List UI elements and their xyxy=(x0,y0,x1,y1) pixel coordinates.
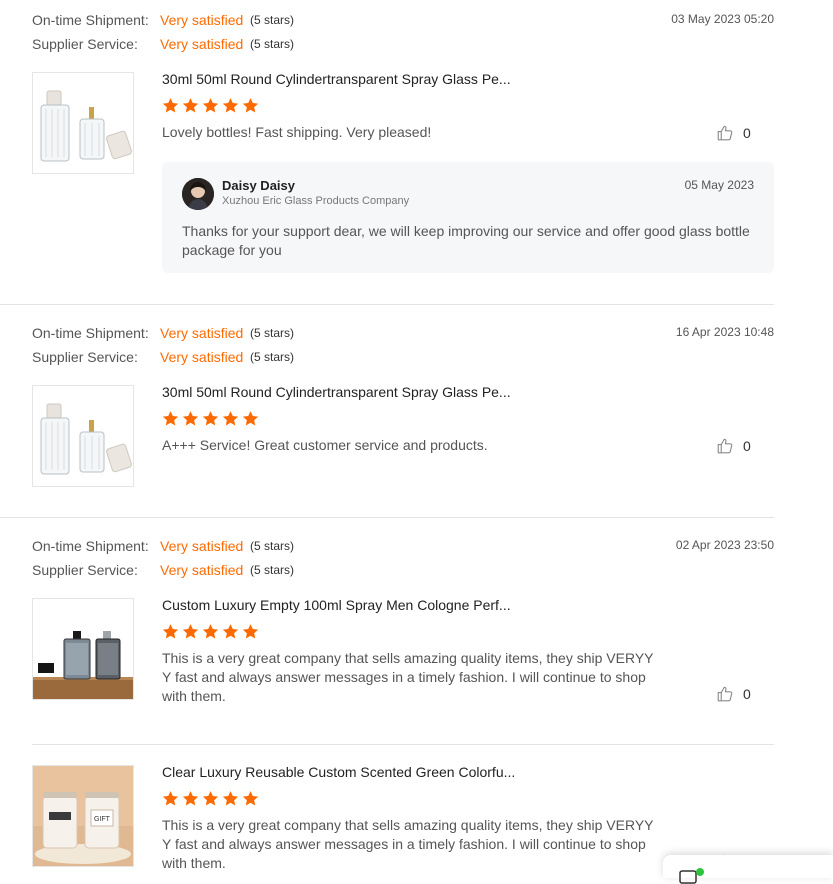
product-title[interactable]: 30ml 50ml Round Cylindertransparent Spra… xyxy=(162,384,511,400)
rating-stars-count: (5 stars) xyxy=(250,326,295,340)
review-text: A+++ Service! Great customer service and… xyxy=(162,437,488,453)
star-rating xyxy=(162,97,259,115)
star-icon xyxy=(182,411,199,426)
rating-value: Very satisfied xyxy=(160,12,244,28)
review-date: 03 May 2023 05:20 xyxy=(671,12,774,26)
product-thumbnail[interactable] xyxy=(32,72,134,174)
divider xyxy=(0,517,774,518)
star-icon xyxy=(242,98,259,113)
rating-row-service: Supplier Service: Very satisfied (5 star… xyxy=(32,347,294,367)
product-thumbnail[interactable] xyxy=(32,385,134,487)
rating-label: Supplier Service: xyxy=(32,349,138,365)
rating-stars-count: (5 stars) xyxy=(250,350,295,364)
avatar xyxy=(182,178,214,210)
gift-label-text: GIFT xyxy=(94,816,111,823)
star-icon xyxy=(242,624,259,639)
like-button[interactable]: 0 xyxy=(716,436,751,456)
star-rating xyxy=(162,623,259,641)
star-icon xyxy=(182,791,199,806)
rating-stars-count: (5 stars) xyxy=(250,539,295,553)
review-text: This is a very great company that sells … xyxy=(162,817,654,871)
product-title[interactable]: Custom Luxury Empty 100ml Spray Men Colo… xyxy=(162,597,511,613)
review-date: 16 Apr 2023 10:48 xyxy=(675,325,774,339)
supplier-reply: Daisy Daisy Xuzhou Eric Glass Products C… xyxy=(162,162,774,273)
rating-value: Very satisfied xyxy=(160,562,244,578)
review-card: On-time Shipment: Very satisfied (5 star… xyxy=(0,526,833,878)
rating-row-shipment: On-time Shipment: Very satisfied (5 star… xyxy=(32,10,294,30)
rating-label: On-time Shipment: xyxy=(32,12,149,28)
star-icon xyxy=(222,411,239,426)
rating-label: On-time Shipment: xyxy=(32,325,149,341)
rating-row-service: Supplier Service: Very satisfied (5 star… xyxy=(32,560,294,580)
thumbs-up-icon[interactable] xyxy=(716,124,734,142)
rating-value: Very satisfied xyxy=(160,538,244,554)
review-card: On-time Shipment: Very satisfied (5 star… xyxy=(0,313,833,517)
like-button[interactable]: 0 xyxy=(716,123,751,143)
review-text: Lovely bottles! Fast shipping. Very plea… xyxy=(162,124,432,140)
reply-author-name[interactable]: Daisy Daisy xyxy=(222,178,295,193)
star-icon xyxy=(202,98,219,113)
reply-company: Xuzhou Eric Glass Products Company xyxy=(222,195,410,207)
star-icon xyxy=(222,624,239,639)
rating-value: Very satisfied xyxy=(160,325,244,341)
star-icon xyxy=(242,791,259,806)
review-text: This is a very great company that sells … xyxy=(162,650,654,704)
like-count: 0 xyxy=(743,686,751,702)
rating-label: Supplier Service: xyxy=(32,562,138,578)
rating-label: On-time Shipment: xyxy=(32,538,149,554)
rating-stars-count: (5 stars) xyxy=(250,563,295,577)
chat-widget[interactable] xyxy=(663,855,833,884)
rating-value: Very satisfied xyxy=(160,349,244,365)
rating-row-shipment: On-time Shipment: Very satisfied (5 star… xyxy=(32,323,294,343)
star-icon xyxy=(222,791,239,806)
rating-stars-count: (5 stars) xyxy=(250,13,295,27)
star-icon xyxy=(202,791,219,806)
rating-label: Supplier Service: xyxy=(32,36,138,52)
star-rating xyxy=(162,410,259,428)
star-rating xyxy=(162,790,259,808)
rating-row-service: Supplier Service: Very satisfied (5 star… xyxy=(32,34,294,54)
online-status-dot xyxy=(696,868,704,876)
star-icon xyxy=(242,411,259,426)
star-icon xyxy=(182,624,199,639)
product-thumbnail[interactable] xyxy=(32,598,134,700)
reply-text: Thanks for your support dear, we will ke… xyxy=(182,223,750,258)
product-thumbnail[interactable]: GIFT xyxy=(32,765,134,867)
review-date: 02 Apr 2023 23:50 xyxy=(675,538,774,552)
like-count: 0 xyxy=(743,125,751,141)
like-button[interactable]: 0 xyxy=(716,684,751,704)
product-title[interactable]: Clear Luxury Reusable Custom Scented Gre… xyxy=(162,764,515,780)
thumbs-up-icon[interactable] xyxy=(716,685,734,703)
rating-value: Very satisfied xyxy=(160,36,244,52)
reply-date: 05 May 2023 xyxy=(684,178,754,192)
rating-row-shipment: On-time Shipment: Very satisfied (5 star… xyxy=(32,536,294,556)
product-title[interactable]: 30ml 50ml Round Cylindertransparent Spra… xyxy=(162,71,511,87)
star-icon xyxy=(222,98,239,113)
review-card: On-time Shipment: Very satisfied (5 star… xyxy=(0,0,833,304)
rating-stars-count: (5 stars) xyxy=(250,37,295,51)
star-icon xyxy=(162,411,179,426)
star-icon xyxy=(182,98,199,113)
star-icon xyxy=(162,624,179,639)
chat-icon[interactable] xyxy=(679,870,697,884)
star-icon xyxy=(162,791,179,806)
like-count: 0 xyxy=(743,438,751,454)
star-icon xyxy=(162,98,179,113)
star-icon xyxy=(202,411,219,426)
thumbs-up-icon[interactable] xyxy=(716,437,734,455)
divider xyxy=(0,304,774,305)
star-icon xyxy=(202,624,219,639)
divider xyxy=(32,744,774,745)
